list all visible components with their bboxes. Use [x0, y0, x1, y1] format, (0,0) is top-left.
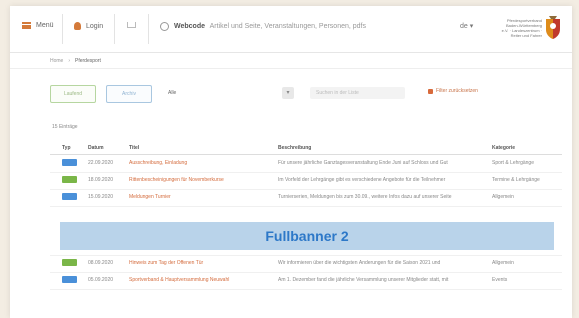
row-title-link[interactable]: Meldungen Turnier — [129, 194, 279, 200]
row-date: 15.09.2020 — [88, 194, 114, 200]
cart-icon — [127, 22, 136, 28]
table-row[interactable]: 15.09.2020 Meldungen Turnier Turnierserien… — [50, 189, 562, 207]
crest-logo-icon[interactable] — [544, 16, 562, 40]
row-title-link[interactable]: Hinweis zum Tag der Offenen Tür — [129, 260, 279, 266]
column-header-description[interactable]: Beschreibung — [278, 145, 311, 151]
org-name: Pferdesportverband Baden-Württemberg e.V… — [501, 18, 542, 38]
list-search-input[interactable]: Suchen in der Liste — [310, 87, 405, 99]
breadcrumb-separator: › — [68, 58, 71, 64]
search-webcode-label: Webcode — [174, 23, 205, 30]
row-date: 05.09.2020 — [88, 277, 114, 283]
filter-current-button[interactable]: Laufend — [50, 85, 96, 103]
cart-button[interactable] — [127, 22, 136, 28]
type-badge — [62, 176, 77, 183]
table-row[interactable]: 08.09.2020 Hinweis zum Tag der Offenen Tü… — [50, 255, 562, 273]
table-row[interactable]: 18.09.2020 Rittenbescheinigungen für Nove… — [50, 172, 562, 190]
column-header-title[interactable]: Titel — [129, 145, 139, 151]
user-icon — [74, 22, 81, 30]
divider — [10, 68, 572, 69]
row-category: Sport & Lehrgänge — [492, 160, 534, 166]
row-title-link[interactable]: Sportverband & Hauptversammlung Neuwahl — [129, 277, 279, 283]
row-date: 18.09.2020 — [88, 177, 114, 183]
login-button[interactable]: Login — [74, 22, 103, 30]
row-category: Termine & Lehrgänge — [492, 177, 540, 183]
search-input[interactable]: Artikel und Seite, Veranstaltungen, Pers… — [210, 23, 366, 30]
row-date: 22.09.2020 — [88, 160, 114, 166]
table-row[interactable]: 05.09.2020 Sportverband & Hauptversammlun… — [50, 272, 562, 290]
row-description: Turnierserien, Meldungen bis zum 30.09.,… — [278, 194, 452, 200]
reset-filter-button[interactable]: Filter zurücksetzen — [428, 88, 478, 94]
type-badge — [62, 159, 77, 166]
category-select[interactable]: Alle — [162, 86, 302, 100]
row-category: Allgemein — [492, 260, 514, 266]
table-header: Typ Datum Titel Beschreibung Kategorie — [50, 142, 562, 155]
reset-icon — [428, 88, 433, 94]
type-badge — [62, 193, 77, 200]
row-title-link[interactable]: Ausschreibung, Einladung — [129, 160, 279, 166]
row-date: 08.09.2020 — [88, 260, 114, 266]
language-selector[interactable]: de ▾ — [460, 22, 473, 30]
type-badge — [62, 276, 77, 283]
row-description: Wir informieren über die wichtigsten Änd… — [278, 260, 441, 266]
page-frame: Menü Login Webcode Artikel und Seite, Ve… — [10, 6, 572, 318]
site-search[interactable]: Webcode Artikel und Seite, Veranstaltung… — [160, 22, 366, 31]
column-header-type[interactable]: Typ — [62, 145, 71, 151]
row-description: Am 1. Dezember fand die jährliche Versam… — [278, 277, 449, 283]
chevron-down-icon[interactable]: ▾ — [282, 87, 294, 99]
row-description: Für unsere jährliche Ganztagesveranstalt… — [278, 160, 448, 166]
column-header-date[interactable]: Datum — [88, 145, 104, 151]
divider — [114, 14, 115, 44]
divider — [148, 14, 149, 44]
top-navigation: Menü Login Webcode Artikel und Seite, Ve… — [10, 6, 572, 53]
search-icon — [160, 22, 169, 31]
result-count: 15 Einträge — [52, 124, 78, 130]
ad-banner[interactable]: Fullbanner 2 — [60, 222, 554, 250]
table-row[interactable]: 22.09.2020 Ausschreibung, Einladung Für un… — [50, 155, 562, 173]
reset-label: Filter zurücksetzen — [436, 88, 478, 94]
login-label: Login — [86, 22, 104, 30]
breadcrumb-home[interactable]: Home — [50, 58, 63, 64]
divider — [62, 14, 63, 44]
type-badge — [62, 259, 77, 266]
filter-archive-button[interactable]: Archiv — [106, 85, 152, 103]
column-header-category[interactable]: Kategorie — [492, 145, 515, 151]
row-category: Allgemein — [492, 194, 514, 200]
row-category: Events — [492, 277, 508, 283]
row-title-link[interactable]: Rittenbescheinigungen für Novemberkurse — [129, 177, 279, 183]
menu-label: Menü — [36, 22, 54, 29]
breadcrumb-current[interactable]: Pferdesport — [75, 58, 101, 64]
breadcrumb: Home › Pferdesport — [50, 58, 101, 64]
hamburger-icon — [22, 22, 31, 29]
row-description: Im Vorfeld der Lehrgänge gibt es verschi… — [278, 177, 446, 183]
menu-button[interactable]: Menü — [22, 22, 54, 29]
